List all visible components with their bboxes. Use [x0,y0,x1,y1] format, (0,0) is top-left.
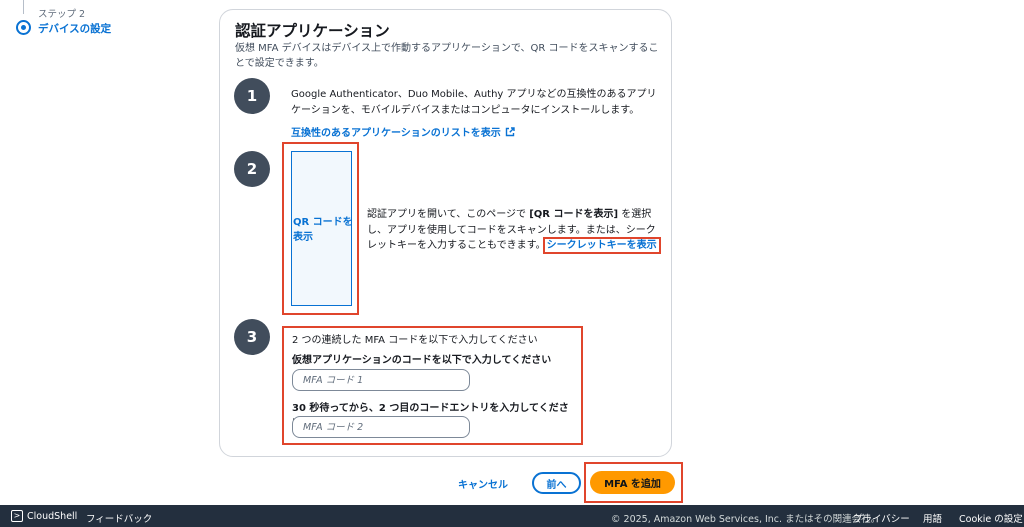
previous-button[interactable]: 前へ [532,472,581,494]
stepper-connector [23,0,24,14]
card-description: 仮想 MFA デバイスはデバイス上で作動するアプリケーションで、QR コードをス… [235,43,659,69]
step-3-badge: 3 [234,319,270,355]
step-2-badge: 2 [234,151,270,187]
active-step-icon [16,20,31,35]
qr-highlight-frame: QR コードを表示 [282,142,359,315]
cancel-button[interactable]: キャンセル [458,476,508,491]
privacy-link[interactable]: プライバシー [853,511,910,525]
show-qr-code-link[interactable]: QR コードを表示 [293,215,353,245]
feedback-link[interactable]: フィードバック [86,511,152,525]
mfa-code-highlight-frame: 2 つの連続した MFA コードを以下で入力してください 仮想アプリケーションの… [282,326,583,445]
authenticator-app-card: 認証アプリケーション 仮想 MFA デバイスはデバイス上で作動するアプリケーショ… [219,9,672,457]
cookie-settings-link[interactable]: Cookie の設定 [959,511,1023,525]
compatible-apps-link-label: 互換性のあるアプリケーションのリストを表示 [291,128,501,139]
step-1-badge: 1 [234,78,270,114]
cloudshell-link[interactable]: CloudShell [27,511,77,522]
mfa-code-1-input[interactable] [292,369,470,391]
step-number-label: ステップ 2 [38,9,86,20]
mfa-code-intro: 2 つの連続した MFA コードを以下で入力してください [292,335,538,346]
qr-code-placeholder[interactable]: QR コードを表示 [291,151,353,306]
show-secret-key-link[interactable]: シークレットキーを表示 [542,237,661,254]
add-mfa-button[interactable]: MFA を追加 [590,471,675,494]
terms-link[interactable]: 用語 [923,511,942,525]
compatible-apps-link[interactable]: 互換性のあるアプリケーションのリストを表示 [291,124,515,139]
add-mfa-highlight-frame: MFA を追加 [584,462,683,503]
card-title: 認証アプリケーション [235,22,390,40]
mfa-code-1-label: 仮想アプリケーションのコードを以下で入力してください [292,355,552,366]
external-link-icon [505,126,515,136]
cloudshell-icon[interactable]: > [11,510,23,522]
mfa-code-2-input[interactable] [292,416,470,438]
step-1-text: Google Authenticator、Duo Mobile、Authy アプ… [291,89,657,116]
step-title[interactable]: デバイスの設定 [38,21,111,36]
console-footer: > CloudShell フィードバック © 2025, Amazon Web … [0,505,1024,527]
step-2-text: 認証アプリを開いて、このページで [QR コードを表示] を選択し、アプリを使用… [367,209,661,254]
copyright-text: © 2025, Amazon Web Services, Inc. またはその関… [611,514,881,525]
